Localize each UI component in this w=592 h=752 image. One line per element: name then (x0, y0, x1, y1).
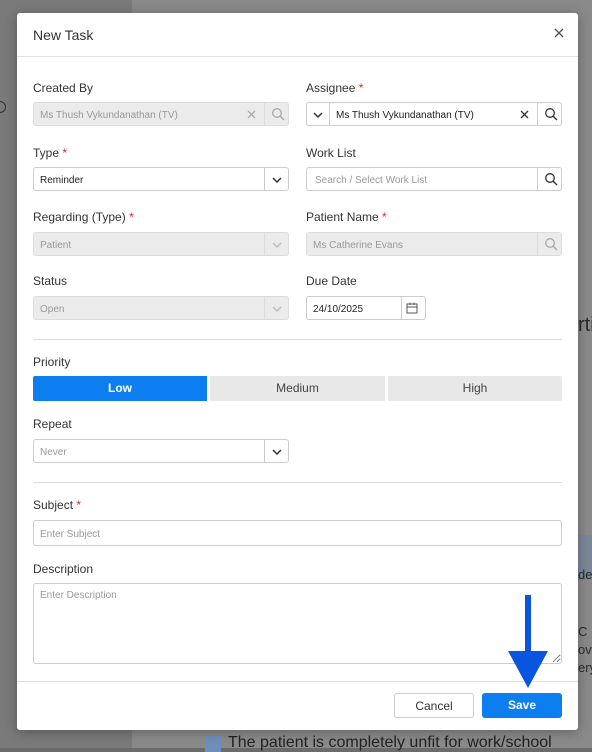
divider (264, 168, 265, 190)
repeat-label: Repeat (33, 417, 72, 431)
divider-line (33, 339, 562, 340)
background-bottom-text: The patient is completely unfit for work… (228, 734, 552, 751)
patient-name-label: Patient Name * (306, 210, 387, 224)
created-by-field: Ms Thush Vykundanathan (TV) (33, 102, 289, 126)
priority-medium-button[interactable]: Medium (210, 376, 385, 401)
annotation-arrow-icon (508, 595, 548, 688)
priority-high-button[interactable]: High (388, 376, 562, 401)
divider-line (33, 482, 562, 483)
description-textarea[interactable] (33, 583, 562, 664)
type-label: Type * (33, 146, 68, 160)
background-text: C (578, 624, 588, 639)
work-list-placeholder: Search / Select Work List (315, 175, 428, 186)
chevron-down-icon[interactable] (272, 448, 282, 456)
assignee-field[interactable]: Ms Thush Vykundanathan (TV) (306, 102, 562, 126)
work-list-field[interactable]: Search / Select Work List (306, 167, 562, 191)
close-icon[interactable] (552, 26, 566, 40)
status-select: Open (33, 296, 289, 320)
modal-header: New Task (17, 13, 578, 57)
calendar-icon[interactable] (406, 302, 418, 314)
modal-title: New Task (33, 27, 94, 43)
cancel-button[interactable]: Cancel (394, 693, 474, 718)
divider (537, 103, 538, 125)
divider (537, 233, 538, 255)
divider (401, 297, 402, 319)
assignee-value: Ms Thush Vykundanathan (TV) (336, 110, 474, 121)
regarding-type-label: Regarding (Type) * (33, 210, 134, 224)
description-label: Description (33, 562, 94, 576)
regarding-type-value: Patient (40, 240, 72, 251)
divider (537, 168, 538, 190)
divider (329, 103, 330, 125)
search-icon[interactable] (544, 107, 558, 121)
subject-label: Subject * (33, 498, 82, 512)
background-text: rti (578, 314, 592, 336)
patient-name-field: Ms Catherine Evans (306, 232, 562, 256)
background-text: de (578, 567, 592, 582)
patient-name-value: Ms Catherine Evans (313, 240, 404, 251)
type-select[interactable]: Reminder (33, 167, 289, 191)
chevron-down-icon (272, 306, 282, 313)
search-icon[interactable] (544, 172, 558, 186)
regarding-type-select: Patient (33, 232, 289, 256)
status-value: Open (40, 304, 65, 315)
due-date-field[interactable]: 24/10/2025 (306, 296, 426, 320)
save-button[interactable]: Save (482, 693, 562, 718)
new-task-modal: New Task Created By Ms Thush Vykundanath… (17, 13, 578, 730)
work-list-label: Work List (306, 146, 356, 160)
due-date-label: Due Date (306, 274, 357, 288)
clear-icon (247, 110, 256, 119)
type-value: Reminder (40, 175, 84, 186)
created-by-label: Created By (33, 81, 94, 95)
clear-icon[interactable] (520, 110, 529, 119)
background-text: ov-u (578, 642, 592, 657)
due-date-value: 24/10/2025 (313, 304, 364, 315)
repeat-select[interactable]: Never (33, 439, 289, 463)
background-checkbox (205, 736, 221, 752)
divider (264, 233, 265, 255)
status-label: Status (33, 274, 68, 288)
subject-placeholder: Enter Subject (40, 529, 101, 540)
created-by-value: Ms Thush Vykundanathan (TV) (40, 110, 178, 121)
subject-input[interactable]: Enter Subject (33, 520, 562, 546)
assignee-label: Assignee * (306, 81, 364, 95)
chevron-down-icon[interactable] (313, 111, 323, 119)
divider (264, 297, 265, 319)
repeat-value: Never (40, 447, 67, 458)
chevron-down-icon[interactable] (272, 176, 282, 184)
chevron-down-icon (272, 242, 282, 249)
search-icon (545, 238, 558, 251)
background-text: ery (578, 660, 592, 675)
priority-low-button[interactable]: Low (33, 376, 207, 401)
search-icon (272, 108, 285, 121)
priority-label: Priority (33, 355, 71, 369)
divider (264, 103, 265, 125)
divider (264, 440, 265, 462)
